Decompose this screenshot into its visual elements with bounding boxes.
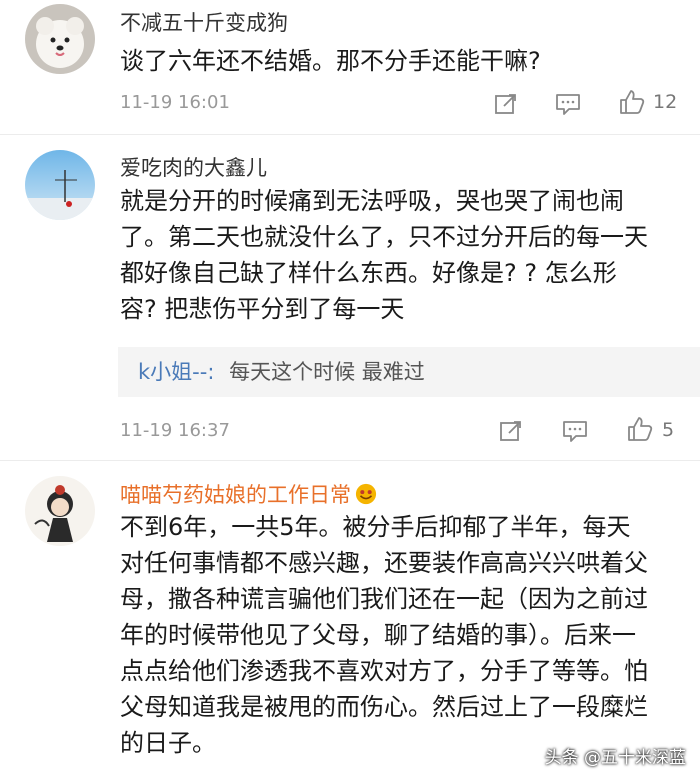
- reply-text: 每天这个时候 最难过: [229, 360, 425, 384]
- cartoon-girl-avatar-icon: [25, 476, 95, 546]
- comment-text: 就是分开的时候痛到无法呼吸，哭也哭了闹也闹 了。第二天也就没什么了，只不过分开后…: [120, 187, 648, 323]
- username[interactable]: 不减五十斤变成狗: [120, 7, 288, 37]
- like-count: 12: [653, 91, 678, 113]
- comment-icon[interactable]: [559, 415, 591, 447]
- avatar[interactable]: [25, 4, 95, 74]
- comment-item: 不减五十斤变成狗 谈了六年还不结婚。那不分手还能干嘛? 11-19 16:01 …: [0, 0, 700, 135]
- username[interactable]: 喵喵芍药姑娘的工作日常: [120, 479, 377, 509]
- comment-item: 喵喵芍药姑娘的工作日常 不到6年，一共5年。被分手后抑郁了半年，每天 对任何事情…: [0, 461, 700, 774]
- comment-text: 谈了六年还不结婚。那不分手还能干嘛?: [120, 47, 541, 75]
- reply-box[interactable]: k小姐--: 每天这个时候 最难过: [118, 347, 700, 397]
- thumbs-up-icon[interactable]: [624, 413, 656, 445]
- avatar[interactable]: [25, 150, 95, 220]
- smiling-face-emoji-icon: [355, 483, 377, 505]
- username[interactable]: 爱吃肉的大鑫儿: [120, 152, 267, 182]
- share-icon[interactable]: [490, 88, 522, 120]
- reply-username[interactable]: k小姐--:: [138, 360, 214, 384]
- watermark: 头条 @五十米深蓝: [544, 748, 686, 768]
- comment-item: 爱吃肉的大鑫儿 就是分开的时候痛到无法呼吸，哭也哭了闹也闹 了。第二天也就没什么…: [0, 135, 700, 460]
- sky-avatar-icon: [25, 150, 95, 220]
- share-icon[interactable]: [495, 415, 527, 447]
- timestamp: 11-19 16:37: [120, 420, 230, 441]
- comment-icon[interactable]: [552, 88, 584, 120]
- white-dog-avatar-icon: [25, 4, 95, 74]
- username-text: 喵喵芍药姑娘的工作日常: [120, 483, 351, 507]
- comment-text: 不到6年，一共5年。被分手后抑郁了半年，每天 对任何事情都不感兴趣，还要装作高高…: [120, 513, 648, 757]
- timestamp: 11-19 16:01: [120, 92, 230, 113]
- thumbs-up-icon[interactable]: [616, 86, 648, 118]
- avatar[interactable]: [25, 476, 95, 546]
- like-count: 5: [662, 419, 675, 441]
